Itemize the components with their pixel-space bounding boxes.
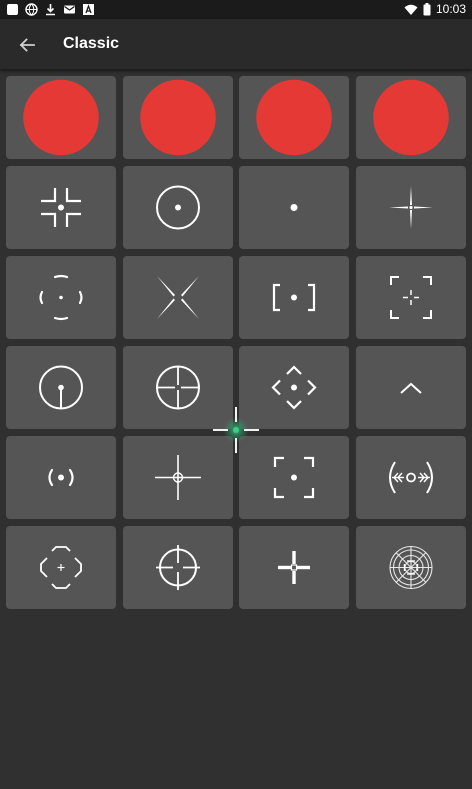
crosshair-tile-plus-small-circle[interactable] (123, 436, 233, 519)
crosshair-tile-parens-dot[interactable] (6, 436, 116, 519)
plus-small-circle-icon (155, 455, 201, 500)
crosshair-tile-dot-only[interactable] (239, 166, 349, 249)
broken-oval-dot-icon (39, 274, 83, 321)
badge-dot-icon (23, 79, 99, 156)
arrow-left-icon[interactable] (14, 32, 40, 58)
diamond-brackets-plus-icon (40, 546, 82, 589)
crosshair-tile-chevrons-diamond[interactable] (239, 346, 349, 429)
crosshair-tile-square-brackets-dot[interactable] (239, 256, 349, 339)
crosshair-tile-circle-broken-dot[interactable] (6, 76, 116, 159)
chevrons-diamond-icon (271, 365, 317, 410)
square-brackets-dot-icon (272, 283, 316, 312)
circle-crosshair-gap-icon (156, 545, 200, 590)
badge-dot-icon (140, 79, 216, 156)
font-icon (83, 4, 94, 15)
corner-frame-dot-icon (273, 456, 315, 499)
crosshair-tile-thick-plus-square[interactable] (239, 526, 349, 609)
crosshair-tile-broken-oval-dot[interactable] (6, 256, 116, 339)
circle-crosshair-icon (156, 365, 200, 410)
crosshair-tile-circle-tee-bottom[interactable] (6, 346, 116, 429)
corner-brackets-dot-icon (41, 188, 81, 227)
page-title: Classic (63, 35, 120, 52)
badge-dot-icon (256, 79, 332, 156)
x-long-icon (157, 276, 199, 319)
badge-dot-icon (373, 79, 449, 156)
thin-plus-dot-icon (389, 186, 433, 229)
crosshair-tile-diamond-brackets-plus[interactable] (6, 526, 116, 609)
battery-icon (423, 2, 431, 15)
crosshair-tile-thin-plus-dot[interactable] (356, 166, 466, 249)
crosshair-tile-corner-brackets-dot[interactable] (6, 166, 116, 249)
crosshair-tile-x-diagonal[interactable] (356, 76, 466, 159)
crosshair-tile-sonar-arrows[interactable] (356, 436, 466, 519)
crosshair-tile-caret-up[interactable] (356, 346, 466, 429)
corners-small-plus-icon (390, 276, 432, 319)
status-bar: 10:03 (0, 0, 472, 19)
crosshair-tile-corner-frame-dot[interactable] (239, 436, 349, 519)
crosshair-tile-circle-dot[interactable] (123, 166, 233, 249)
dot-only-icon (290, 204, 298, 211)
crosshair-tile-scope-reticle[interactable] (356, 526, 466, 609)
download-icon (46, 4, 55, 16)
status-time: 10:03 (435, 2, 466, 16)
parens-dot-icon (48, 468, 74, 487)
caret-up-icon (400, 382, 422, 394)
circle-dot-icon (156, 185, 200, 230)
circle-tee-bottom-icon (39, 365, 83, 410)
crosshair-tile-x-long[interactable] (123, 256, 233, 339)
sonar-arrows-icon (389, 461, 433, 494)
crosshair-tile-plus-gap-dot[interactable] (123, 76, 233, 159)
app-bar: Classic (0, 19, 472, 69)
status-right-icons: 10:03 (404, 2, 466, 16)
thick-plus-square-icon (278, 551, 310, 584)
crosshair-tile-circle-crosshair[interactable] (123, 346, 233, 429)
square-icon (7, 4, 18, 15)
mail-icon (64, 5, 75, 14)
status-left-icons (6, 3, 95, 16)
crosshair-tile-circle-crosshair-gap[interactable] (123, 526, 233, 609)
wifi-icon (404, 4, 418, 15)
scope-reticle-icon (389, 545, 433, 590)
globe-icon (25, 3, 38, 16)
crosshair-tile-corners-small-plus[interactable] (356, 256, 466, 339)
crosshair-tile-circle-tee[interactable] (239, 76, 349, 159)
